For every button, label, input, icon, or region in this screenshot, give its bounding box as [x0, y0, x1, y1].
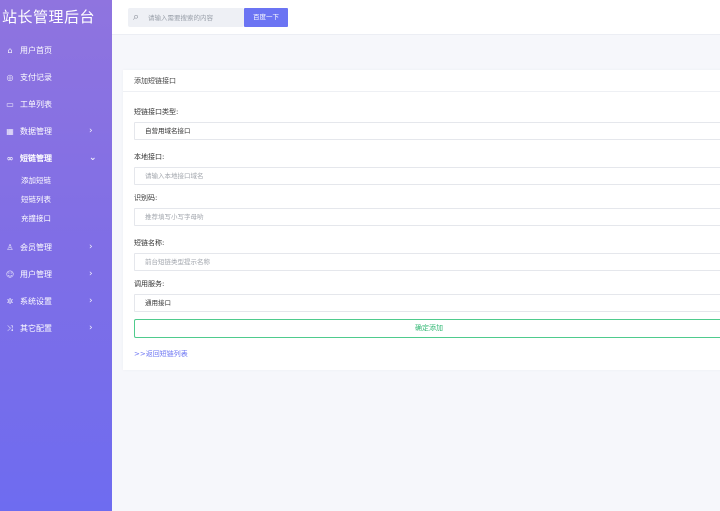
- sidebar-item-users[interactable]: ☺ 用户管理 ›: [0, 261, 112, 288]
- service-select[interactable]: 通用接口: [134, 294, 720, 312]
- sidebar-item-data[interactable]: ▦ 数据管理 ›: [0, 118, 112, 145]
- field-local-api: 本地接口: 请输入本地接口域名: [134, 151, 720, 185]
- field-label: 短链接口类型:: [134, 108, 179, 116]
- user-icon: ☺: [5, 270, 15, 279]
- field-service: 调用服务: 通用接口: [134, 278, 720, 312]
- field-label: 调用服务:: [134, 280, 165, 288]
- sidebar-item-payments[interactable]: ◎ 支付记录: [0, 64, 112, 91]
- search-box: ⌕: [128, 8, 244, 27]
- sidebar-item-label: 数据管理: [20, 127, 52, 136]
- member-icon: ♙: [6, 243, 14, 252]
- app-title: 站长管理后台: [2, 8, 96, 26]
- home-icon: ⌂: [7, 46, 13, 55]
- settings-icon: ✲: [6, 297, 14, 306]
- config-icon: ⤨: [6, 324, 14, 333]
- back-to-list-link[interactable]: >>返回短链列表: [134, 349, 188, 359]
- sidebar-item-label: 工单列表: [20, 100, 52, 109]
- sidebar-item-home[interactable]: ⌂ 用户首页: [0, 37, 112, 64]
- identifier-input[interactable]: 推荐填写小写字母哟: [134, 208, 720, 226]
- field-link-type: 短链接口类型: 自营用域名接口: [134, 106, 720, 140]
- submenu-item-add-shortlink[interactable]: 添加短链: [0, 171, 112, 190]
- submenu-item-shortlink-list[interactable]: 短链列表: [0, 190, 112, 209]
- ticket-icon: ▭: [6, 100, 14, 109]
- sidebar-item-label: 短链管理: [20, 154, 52, 163]
- field-label: 识别码:: [134, 194, 158, 202]
- search-button[interactable]: 百度一下: [244, 8, 288, 27]
- sidebar-item-shortlinks[interactable]: ∞ 短链管理 ⌄: [0, 145, 112, 172]
- sidebar-item-config[interactable]: ⤨ 其它配置 ›: [0, 315, 112, 342]
- topbar: ⌕ 百度一下: [112, 0, 720, 35]
- sidebar-item-label: 会员管理: [20, 243, 52, 252]
- field-identifier: 识别码: 推荐填写小写字母哟: [134, 192, 720, 226]
- field-label: 本地接口:: [134, 153, 165, 161]
- submenu-shortlinks: 添加短链 短链列表 充撞接口: [0, 171, 112, 228]
- submenu-item-api[interactable]: 充撞接口: [0, 209, 112, 228]
- chevron-right-icon: ›: [89, 126, 93, 136]
- sidebar-item-label: 系统设置: [20, 297, 52, 306]
- search-input[interactable]: [148, 11, 240, 24]
- sidebar-item-label: 其它配置: [20, 324, 52, 333]
- data-icon: ▦: [6, 127, 14, 136]
- sidebar: 站长管理后台 ⌂ 用户首页 ◎ 支付记录 ▭ 工单列表 ▦ 数据管理 › ∞ 短…: [0, 0, 112, 511]
- local-api-input[interactable]: 请输入本地接口域名: [134, 167, 720, 185]
- sidebar-item-members[interactable]: ♙ 会员管理 ›: [0, 234, 112, 261]
- sidebar-item-label: 支付记录: [20, 73, 52, 82]
- chevron-down-icon: ⌄: [89, 153, 97, 163]
- link-icon: ∞: [6, 154, 14, 163]
- form-title: 添加短链接口: [123, 70, 720, 92]
- submit-button[interactable]: 确定添加: [134, 319, 720, 338]
- sidebar-nav: ⌂ 用户首页 ◎ 支付记录 ▭ 工单列表 ▦ 数据管理 › ∞ 短链管理 ⌄ 添…: [0, 37, 112, 342]
- chevron-right-icon: ›: [89, 242, 93, 252]
- sidebar-item-label: 用户首页: [20, 46, 52, 55]
- search-icon: ⌕: [133, 10, 140, 23]
- field-label: 短链名称:: [134, 239, 165, 247]
- sidebar-item-tickets[interactable]: ▭ 工单列表: [0, 91, 112, 118]
- field-link-name: 短链名称: 前台短链类型提示名称: [134, 237, 720, 271]
- sidebar-item-label: 用户管理: [20, 270, 52, 279]
- link-name-input[interactable]: 前台短链类型提示名称: [134, 253, 720, 271]
- link-type-select[interactable]: 自营用域名接口: [134, 122, 720, 140]
- pay-icon: ◎: [6, 73, 14, 82]
- chevron-right-icon: ›: [89, 269, 93, 279]
- form-card: 添加短链接口 短链接口类型: 自营用域名接口 本地接口: 请输入本地接口域名 识…: [123, 70, 720, 370]
- sidebar-item-settings[interactable]: ✲ 系统设置 ›: [0, 288, 112, 315]
- chevron-right-icon: ›: [89, 296, 93, 306]
- chevron-right-icon: ›: [89, 323, 93, 333]
